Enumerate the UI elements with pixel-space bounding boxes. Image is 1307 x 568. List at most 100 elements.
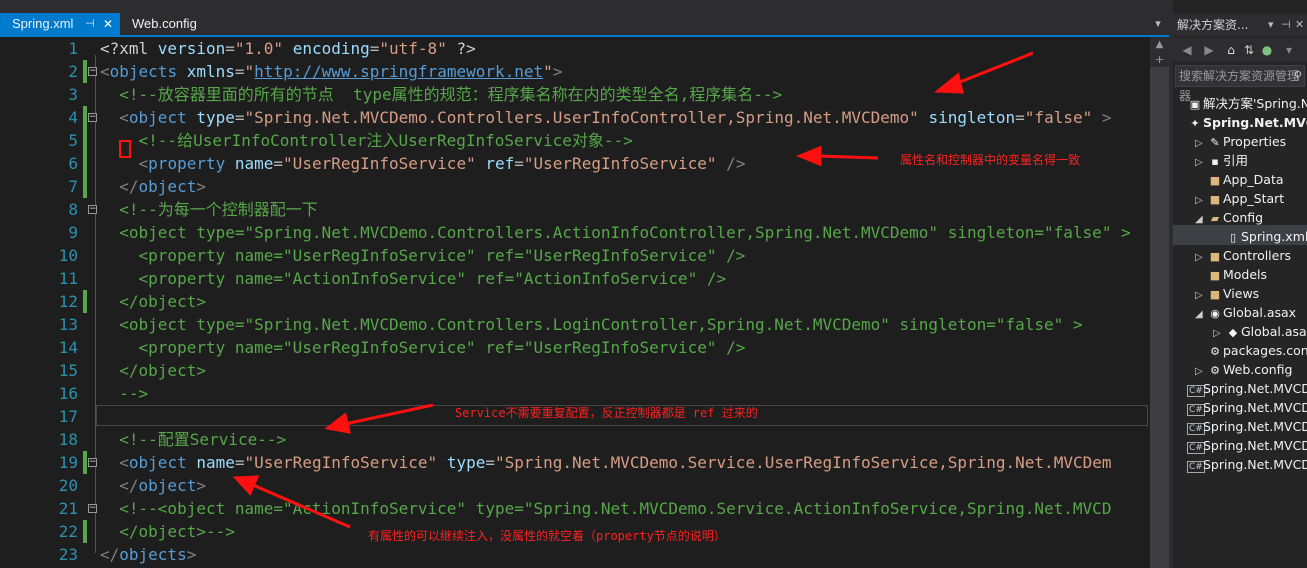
- close-icon[interactable]: ✕: [103, 13, 113, 35]
- pin-icon[interactable]: ⊣: [1281, 14, 1291, 36]
- tree-item[interactable]: C#Spring.Net.MVCDemo: [1175, 379, 1307, 398]
- code-line[interactable]: 21 − <!--<object name="ActionInfoService"…: [0, 497, 1169, 520]
- tree-item-label: packages.config: [1223, 343, 1307, 358]
- tab-web-config[interactable]: Web.config: [120, 13, 210, 35]
- tab-strip: Spring.xml ⊣ ✕ Web.config: [0, 13, 1169, 35]
- code-line[interactable]: 13 <object type="Spring.Net.MVCDemo.Cont…: [0, 313, 1169, 336]
- tree-item[interactable]: C#Spring.Net.MVCDemo: [1175, 455, 1307, 474]
- panel-toolbar: ◀ ▶ ⌂ ⇅ ● ▾: [1173, 38, 1307, 62]
- sync-icon[interactable]: ⇅: [1241, 42, 1257, 58]
- code-text: <!--为每一个控制器配一下: [100, 198, 318, 221]
- line-number: 18: [58, 430, 78, 449]
- code-token: "Spring.Net.MVCDemo.Controllers.UserInfo…: [244, 108, 919, 127]
- code-editor[interactable]: 23 </objects> 22 </object>--> 21− <!--<obje…: [0, 37, 1169, 568]
- search-icon[interactable]: ⚲: [1294, 66, 1302, 86]
- code-token: =: [485, 453, 495, 472]
- tree-item[interactable]: ▷◆Global.asax.cs: [1213, 322, 1307, 341]
- code-line[interactable]: 23 </objects>: [0, 543, 1169, 566]
- close-icon[interactable]: ✕: [1295, 14, 1304, 36]
- tree-item[interactable]: C#Spring.Net.MVCDemo: [1175, 436, 1307, 455]
- change-marker: [83, 175, 87, 198]
- expand-arrow-icon[interactable]: ◢: [1195, 210, 1207, 229]
- code-line[interactable]: 5 <!--给UserInfoController注入UserRegInfoSe…: [0, 129, 1169, 152]
- tree-item[interactable]: ▷ ■ App_Start: [1195, 189, 1284, 208]
- toolbar-dropdown-icon[interactable]: ▾: [1281, 42, 1297, 58]
- code-line[interactable]: 15 </object>: [0, 359, 1169, 382]
- forward-icon[interactable]: ▶: [1201, 42, 1217, 58]
- tree-item[interactable]: ▷ ■ Views: [1195, 284, 1259, 303]
- code-line[interactable]: 18 <!--配置Service-->: [0, 428, 1169, 451]
- code-line[interactable]: 3 <!--放容器里面的所有的节点 type属性的规范：程序集名称在内的类型全名…: [0, 83, 1169, 106]
- dropdown-icon[interactable]: ▾: [1268, 14, 1274, 36]
- folder-icon: ■: [1209, 288, 1221, 301]
- annotation-service-note: Service不需要重复配置，反正控制器都是 ref 过来的: [455, 406, 758, 420]
- code-line[interactable]: 20 </object>: [0, 474, 1169, 497]
- tree-item-label: Web.config: [1223, 362, 1293, 377]
- csharp-project-icon: C#: [1187, 404, 1205, 416]
- tree-item[interactable]: C#Spring.Net.MVCDemo: [1175, 398, 1307, 417]
- tree-item[interactable]: ▷ ✎ Properties: [1195, 132, 1286, 151]
- code-line[interactable]: 16 -->: [0, 382, 1169, 405]
- tree-item[interactable]: ▣解决方案'Spring.Net.MVCDemo': [1175, 94, 1307, 113]
- tree-item[interactable]: ■ App_Data: [1195, 170, 1284, 189]
- vertical-scrollbar[interactable]: [1150, 37, 1169, 568]
- code-token: >: [186, 545, 197, 564]
- code-token: =: [225, 39, 235, 58]
- line-number: 8: [68, 200, 78, 219]
- tree-item[interactable]: C#Spring.Net.MVCDemo: [1175, 417, 1307, 436]
- code-text: </object>-->: [100, 520, 235, 543]
- code-line[interactable]: 9 <object type="Spring.Net.MVCDemo.Contr…: [0, 221, 1169, 244]
- tree-item[interactable]: ▯ Spring.xml: [1213, 227, 1307, 246]
- tree-item[interactable]: ◢ ◉ Global.asax: [1195, 303, 1296, 322]
- change-marker: [83, 106, 87, 129]
- code-token[interactable]: http://www.springframework.net: [254, 62, 543, 81]
- tree-item[interactable]: ◢ ▰ Config: [1195, 208, 1263, 227]
- expand-arrow-icon[interactable]: ◢: [1195, 305, 1207, 324]
- fold-toggle-icon[interactable]: −: [88, 458, 97, 467]
- code-line[interactable]: 1 <?xml version="1.0" encoding="utf-8" ?>: [0, 37, 1169, 60]
- tree-item[interactable]: ▷ ⚙ Web.config: [1195, 360, 1292, 379]
- scroll-up-icon[interactable]: ▲: [1150, 37, 1169, 53]
- line-number: 6: [68, 154, 78, 173]
- code-line[interactable]: 7 </object>: [0, 175, 1169, 198]
- code-line[interactable]: 10 <property name="UserRegInfoService" r…: [0, 244, 1169, 267]
- fold-toggle-icon[interactable]: −: [88, 113, 97, 122]
- search-input[interactable]: 搜索解决方案资源管理器 ⚲: [1175, 65, 1305, 103]
- tab-spring-xml[interactable]: Spring.xml ⊣ ✕: [0, 13, 120, 35]
- project-icon: ✦: [1190, 117, 1200, 130]
- fold-toggle-icon[interactable]: −: [88, 67, 97, 76]
- code-line[interactable]: 2− <objects xmlns="http://www.springframe…: [0, 60, 1169, 83]
- tree-item[interactable]: ✦Spring.Net.MVCDemo: [1175, 113, 1307, 132]
- back-icon[interactable]: ◀: [1179, 42, 1195, 58]
- title-bar-strip: [0, 0, 1169, 13]
- code-line[interactable]: 4− <object type="Spring.Net.MVCDemo.Cont…: [0, 106, 1169, 129]
- code-token: <: [100, 62, 110, 81]
- tree-item[interactable]: ⚙packages.config: [1195, 341, 1307, 360]
- code-line[interactable]: 8 − <!--为每一个控制器配一下: [0, 198, 1169, 221]
- code-text: </object>: [100, 359, 206, 382]
- code-token: =: [234, 108, 245, 127]
- split-icon[interactable]: +: [1150, 53, 1169, 67]
- pending-changes-icon[interactable]: ●: [1259, 42, 1275, 58]
- tab-list-chevron-icon[interactable]: ▾: [1151, 15, 1165, 33]
- code-line[interactable]: 12 </object>: [0, 290, 1169, 313]
- home-icon[interactable]: ⌂: [1223, 42, 1239, 58]
- code-line[interactable]: 19− <object name="UserRegInfoService" ty…: [0, 451, 1169, 474]
- tree-item[interactable]: ▷ ■ Controllers: [1195, 246, 1291, 265]
- tree-item[interactable]: ▷ ▪ 引用: [1195, 151, 1248, 170]
- references-icon: ▪: [1211, 155, 1219, 168]
- code-token: <: [100, 453, 129, 472]
- tree-item[interactable]: ■ Models: [1195, 265, 1267, 284]
- fold-toggle-icon[interactable]: −: [88, 205, 97, 214]
- code-token: =: [369, 39, 380, 58]
- code-line[interactable]: 14 <property name="UserRegInfoService" r…: [0, 336, 1169, 359]
- tree-item-label: Controllers: [1223, 248, 1291, 263]
- code-line[interactable]: 11 <property name="ActionInfoService" re…: [0, 267, 1169, 290]
- fold-toggle-icon[interactable]: −: [88, 504, 97, 513]
- tree-item-label: Global.asax.cs: [1241, 324, 1307, 339]
- code-token: />: [716, 154, 746, 173]
- pin-icon[interactable]: ⊣: [85, 13, 95, 35]
- code-token: </object>-->: [100, 522, 235, 541]
